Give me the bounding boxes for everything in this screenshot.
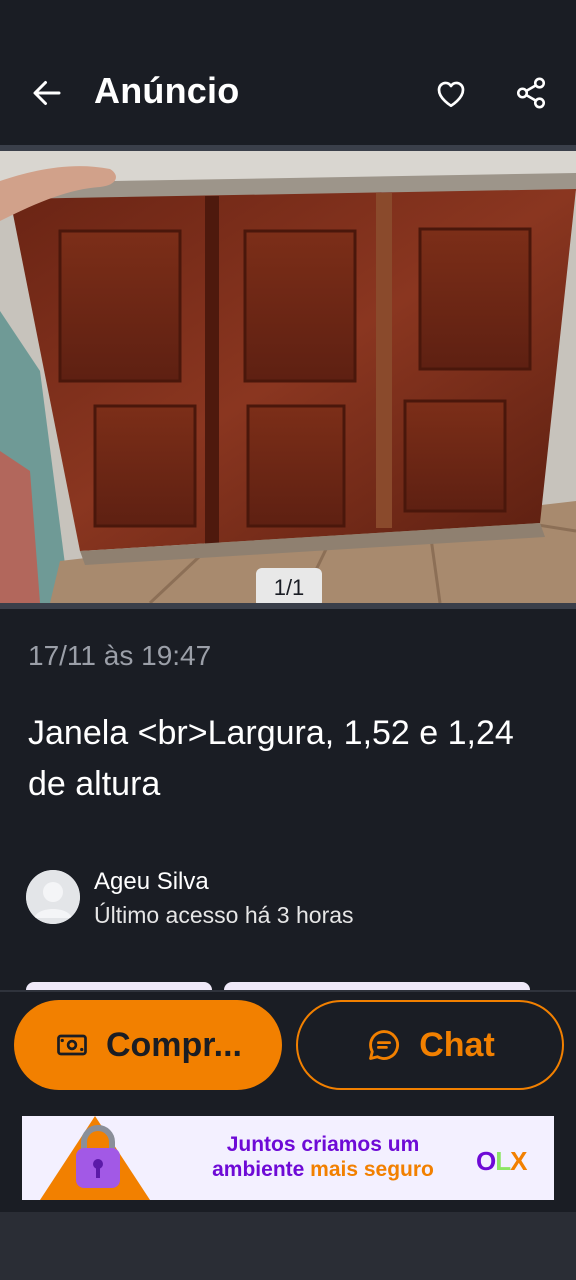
chat-bubble-icon xyxy=(369,1030,400,1060)
ad-title: Janela <br>Largura, 1,52 e 1,24 de altur… xyxy=(28,714,514,803)
photo-counter: 1/1 xyxy=(256,568,322,608)
banner-text: Juntos criamos um ambiente mais seguro xyxy=(180,1132,466,1182)
buy-button-label: Compr... xyxy=(105,1025,243,1064)
olx-logo: OLX xyxy=(476,1146,527,1176)
chat-button-label: Chat xyxy=(419,1025,495,1064)
safety-banner[interactable]: Juntos criamos um ambiente mais seguro O… xyxy=(22,1116,554,1200)
page-title: Anúncio xyxy=(94,70,240,111)
favorite-button[interactable] xyxy=(430,72,472,114)
ad-photo[interactable] xyxy=(0,151,576,603)
money-icon xyxy=(57,1034,87,1056)
share-icon xyxy=(516,77,546,109)
banner-line2-highlight: mais seguro xyxy=(310,1158,434,1181)
avatar xyxy=(26,870,80,924)
banner-line2-a: ambiente xyxy=(212,1158,311,1181)
back-button[interactable] xyxy=(26,72,68,114)
heart-outline-icon xyxy=(437,81,465,108)
bottom-spacer xyxy=(0,1212,576,1280)
seller-row[interactable]: Ageu Silva Último acesso há 3 horas xyxy=(26,866,546,928)
chat-button[interactable]: Chat xyxy=(296,1000,564,1090)
buy-button[interactable]: Compr... xyxy=(14,1000,282,1090)
banner-line1: Juntos criamos um xyxy=(226,1133,420,1156)
gallery-bottom-divider xyxy=(0,603,576,609)
arrow-left-icon xyxy=(33,81,61,105)
seller-last-access: Último acesso há 3 horas xyxy=(94,902,354,928)
user-placeholder-icon xyxy=(26,870,80,924)
share-button[interactable] xyxy=(510,72,552,114)
app-bar: Anúncio xyxy=(0,0,576,146)
seller-name: Ageu Silva xyxy=(94,868,209,895)
security-lock-icon xyxy=(40,1116,150,1200)
ad-date: 17/11 às 19:47 xyxy=(28,640,212,671)
